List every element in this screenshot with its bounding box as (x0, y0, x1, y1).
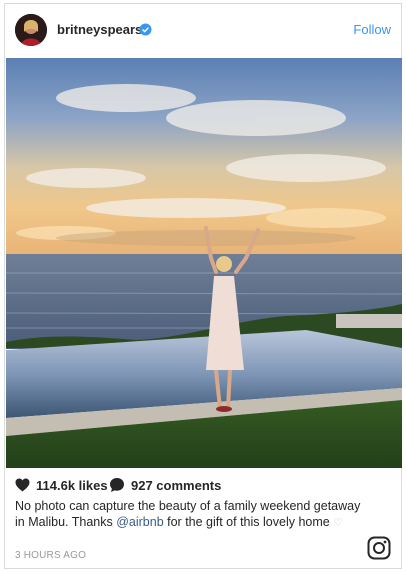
follow-button[interactable]: Follow (353, 22, 391, 37)
post-actions: 114.6k likes 927 comments (5, 474, 401, 496)
heart-emoji-icon: ♡ (333, 517, 344, 529)
comments-count[interactable]: 927 comments (131, 478, 221, 493)
post-caption: No photo can capture the beauty of a fam… (15, 498, 365, 531)
likes-count[interactable]: 114.6k likes (36, 478, 108, 493)
post-timestamp: 3 HOURS AGO (15, 550, 87, 561)
verified-badge-icon (139, 23, 152, 36)
avatar[interactable] (15, 14, 47, 46)
instagram-post-card: britneyspears Follow 114.6k likes 927 co… (4, 3, 402, 569)
username[interactable]: britneyspears (57, 22, 142, 37)
heart-icon[interactable] (15, 478, 30, 492)
comment-bubble-icon[interactable] (109, 477, 125, 493)
instagram-logo-icon[interactable] (367, 536, 391, 560)
caption-text-end: for the gift of this lovely home (163, 515, 334, 529)
post-photo[interactable] (6, 58, 402, 468)
caption-mention-link[interactable]: @airbnb (116, 515, 163, 529)
post-header: britneyspears Follow (5, 4, 401, 58)
